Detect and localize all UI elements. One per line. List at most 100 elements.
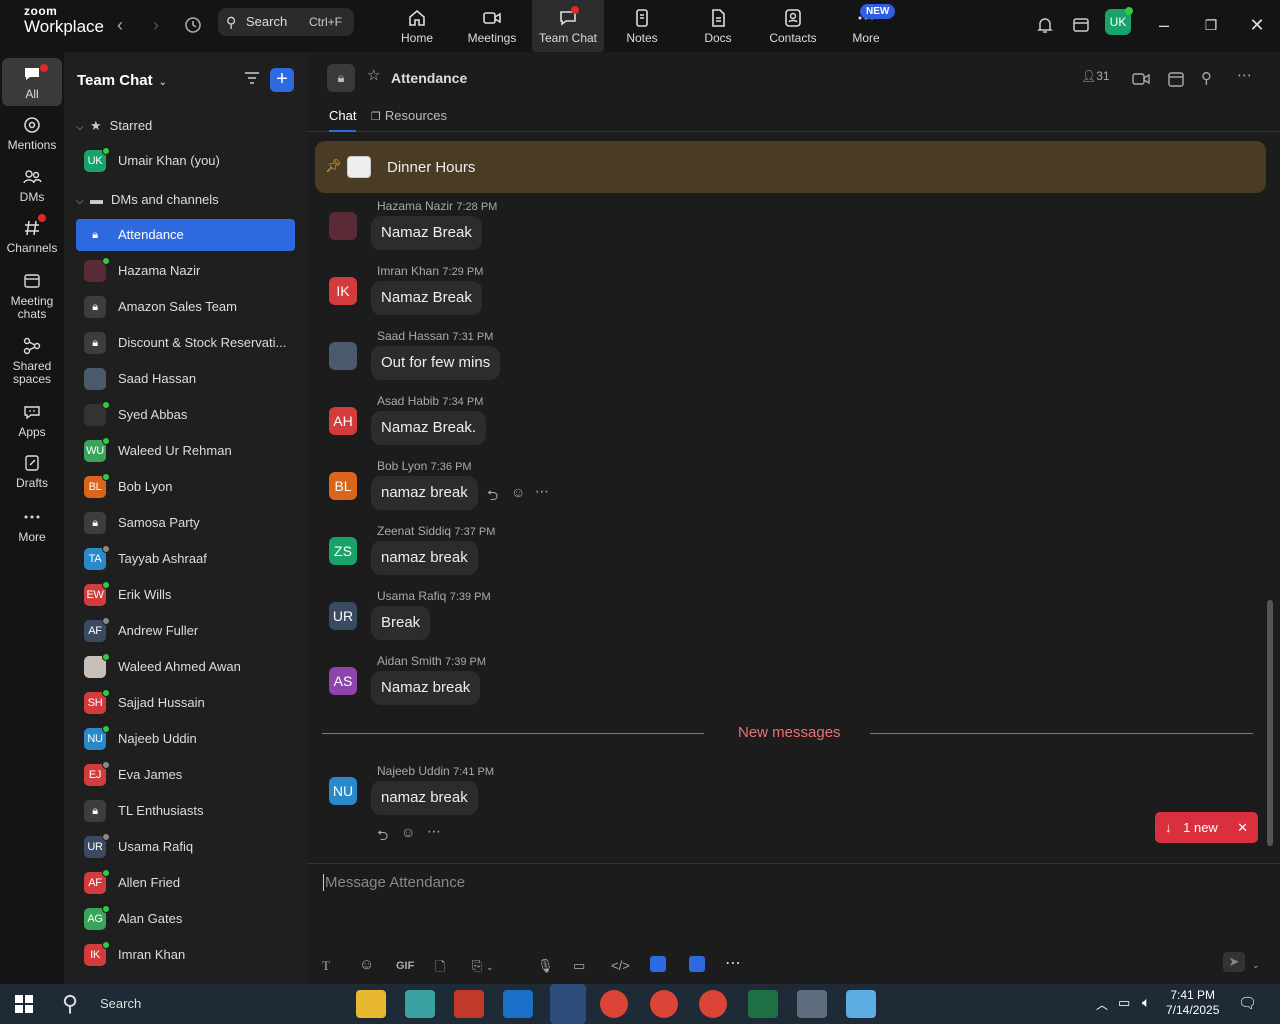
rail-dms[interactable]: DMs <box>2 167 62 204</box>
send-icon[interactable]: ➤ <box>1223 952 1245 972</box>
search-icon[interactable]: ⚲ <box>1201 69 1212 87</box>
tab-notes[interactable]: Notes <box>618 0 666 52</box>
outlook-icon[interactable] <box>503 990 533 1018</box>
message-bubble[interactable]: namaz break <box>371 476 478 510</box>
back-icon[interactable]: ‹ <box>106 11 134 39</box>
avatar[interactable] <box>329 342 357 370</box>
reply-icon[interactable]: ⮌ <box>377 825 388 849</box>
notification-center-icon[interactable]: 🗨︎ <box>1238 994 1257 1012</box>
rail-all[interactable]: All <box>2 58 62 106</box>
sidebar-item[interactable]: AF Andrew Fuller <box>76 615 295 647</box>
channel-name[interactable]: Attendance <box>391 70 467 86</box>
rail-drafts[interactable]: Drafts <box>2 453 62 490</box>
zoom-taskbar-icon[interactable] <box>550 984 586 1024</box>
avatar[interactable]: NU <box>329 777 357 805</box>
rail-shared-spaces[interactable]: Shared spaces <box>2 336 62 386</box>
tab-docs[interactable]: Docs <box>696 0 740 52</box>
sidebar-item[interactable]: NU Najeeb Uddin <box>76 723 295 755</box>
search-button[interactable]: ⚲ Search Ctrl+F <box>218 8 354 36</box>
excel-icon[interactable] <box>748 990 778 1018</box>
tray-chevron-icon[interactable]: ︿ <box>1096 996 1108 1013</box>
avatar[interactable] <box>329 212 357 240</box>
tab-team-chat[interactable]: Team Chat <box>532 0 604 52</box>
close-icon[interactable]: ✕ <box>1243 11 1271 39</box>
app-icon[interactable] <box>405 990 435 1018</box>
avatar[interactable]: ZS <box>329 537 357 565</box>
calendar-icon[interactable] <box>1167 70 1185 88</box>
more-options-icon[interactable]: ⋯ <box>1237 66 1252 84</box>
taskbar-clock[interactable]: 7:41 PM 7/14/2025 <box>1166 988 1219 1018</box>
avatar[interactable]: BL <box>329 472 357 500</box>
avatar[interactable]: UR <box>329 602 357 630</box>
tab-contacts[interactable]: Contacts <box>764 0 822 52</box>
forward-icon[interactable]: › <box>142 11 170 39</box>
avatar[interactable]: AH <box>329 407 357 435</box>
message-bubble[interactable]: Out for few mins <box>371 346 501 380</box>
file-icon[interactable]: 🗋 <box>435 958 445 980</box>
scrollbar[interactable] <box>1267 600 1273 846</box>
sidebar-item[interactable]: AG Alan Gates <box>76 903 295 935</box>
format-text-icon[interactable]: T <box>322 958 330 974</box>
sidebar-item[interactable]: Syed Abbas <box>76 399 295 431</box>
tab-home[interactable]: Home <box>392 0 442 52</box>
avatar[interactable]: IK <box>329 277 357 305</box>
app-icon[interactable] <box>650 956 666 972</box>
emoji-react-icon[interactable]: ☺ <box>401 824 415 840</box>
sidebar-item-attendance[interactable]: 🔒︎ Attendance <box>76 219 295 251</box>
bell-icon[interactable] <box>1031 11 1059 39</box>
pinned-message[interactable]: 📌︎ Dinner Hours <box>315 141 1266 193</box>
chevron-down-icon[interactable]: ⌄ <box>1252 960 1260 971</box>
chrome-icon[interactable] <box>600 990 628 1018</box>
sidebar-item[interactable]: TA Tayyab Ashraaf <box>76 543 295 575</box>
video-clip-icon[interactable]: ▭ <box>573 958 585 974</box>
gif-button[interactable]: GIF <box>396 960 414 972</box>
mic-icon[interactable]: 🎙︎ <box>537 958 554 974</box>
rail-more[interactable]: More <box>2 507 62 544</box>
filter-icon[interactable] <box>244 70 260 86</box>
rail-meeting-chats[interactable]: Meeting chats <box>2 271 62 321</box>
tab-meetings[interactable]: Meetings <box>462 0 522 52</box>
message-bubble[interactable]: Break <box>371 606 431 640</box>
rail-apps[interactable]: Apps <box>2 402 62 439</box>
message-bubble[interactable]: Namaz Break. <box>371 411 487 445</box>
more-options-icon[interactable]: ⋯ <box>725 953 741 973</box>
screenshot-icon[interactable]: ⎘ ⌄ <box>472 958 494 974</box>
calculator-icon[interactable] <box>797 990 827 1018</box>
code-icon[interactable]: </> <box>611 958 630 973</box>
tab-chat[interactable]: Chat <box>329 108 357 132</box>
section-dms-channels[interactable]: ⌵ ▬ DMs and channels <box>76 192 219 207</box>
new-chat-button[interactable]: + <box>270 68 294 92</box>
app-icon[interactable] <box>846 990 876 1018</box>
rail-mentions[interactable]: Mentions <box>2 115 62 152</box>
message-bubble[interactable]: Namaz Break <box>371 216 482 250</box>
sidebar-item[interactable]: 🔒︎ Samosa Party <box>76 507 295 539</box>
star-icon[interactable]: ☆ <box>367 66 380 84</box>
more-options-icon[interactable]: ⋯ <box>535 483 549 500</box>
chrome-icon[interactable] <box>699 990 727 1018</box>
history-icon[interactable] <box>179 11 207 39</box>
avatar[interactable]: AS <box>329 667 357 695</box>
file-explorer-icon[interactable] <box>356 990 386 1018</box>
sidebar-item[interactable]: WU Waleed Ur Rehman <box>76 435 295 467</box>
sidebar-item[interactable]: UR Usama Rafiq <box>76 831 295 863</box>
network-icon[interactable]: ▭ <box>1118 995 1130 1011</box>
taskbar-search[interactable]: ⚲ Search <box>56 984 346 1024</box>
sidebar-item[interactable]: SH Sajjad Hussain <box>76 687 295 719</box>
section-starred[interactable]: ⌵ ★ Starred <box>76 118 152 134</box>
emoji-react-icon[interactable]: ☺ <box>511 484 525 500</box>
sidebar-item[interactable]: Waleed Ahmed Awan <box>76 651 295 683</box>
filezilla-icon[interactable] <box>454 990 484 1018</box>
message-bubble[interactable]: namaz break <box>371 541 478 575</box>
volume-icon[interactable]: 🔈︎ <box>1142 994 1150 1011</box>
sidebar-item-self[interactable]: UK Umair Khan (you) <box>76 145 295 177</box>
sidebar-item[interactable]: Hazama Nazir <box>76 255 295 287</box>
sidebar-item[interactable]: AF Allen Fried <box>76 867 295 899</box>
minimize-icon[interactable]: – <box>1150 11 1178 39</box>
members-button[interactable]: 👤︎31 <box>1081 69 1110 83</box>
sidebar-item[interactable]: EW Erik Wills <box>76 579 295 611</box>
reply-icon[interactable]: ⮌ <box>487 485 498 509</box>
close-icon[interactable]: ✕ <box>1237 812 1248 843</box>
message-bubble[interactable]: Namaz break <box>371 671 481 705</box>
chrome-icon[interactable] <box>650 990 678 1018</box>
emoji-icon[interactable]: ☺ <box>359 956 374 973</box>
